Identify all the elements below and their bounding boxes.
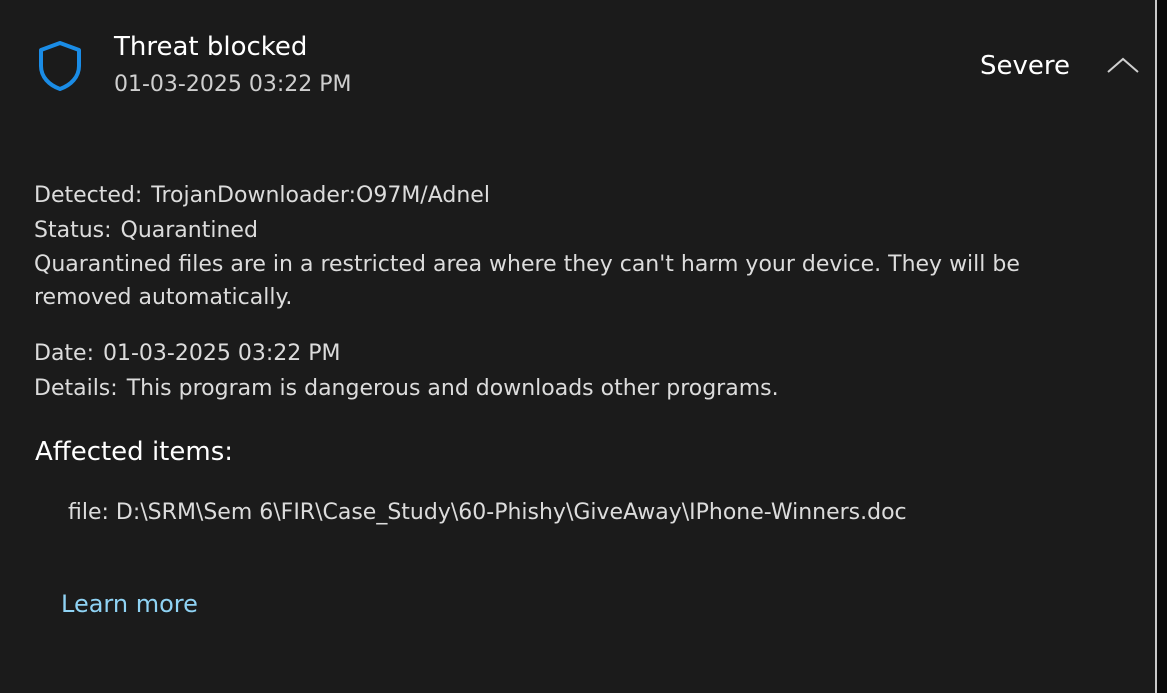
detected-value: TrojanDownloader:O97M/Adnel [151, 183, 490, 208]
threat-timestamp: 01-03-2025 03:22 PM [114, 72, 352, 97]
learn-more-link[interactable]: Learn more [61, 590, 198, 618]
status-value: Quarantined [120, 218, 258, 243]
threat-details: Detected: TrojanDownloader:O97M/Adnel Sta… [34, 178, 1094, 406]
threat-details-panel: Threat blocked 01-03-2025 03:22 PM Sever… [0, 0, 1155, 693]
window-edge [1157, 0, 1167, 693]
affected-file-item: file: D:\SRM\Sem 6\FIR\Case_Study\60-Phi… [68, 500, 907, 525]
threat-title: Threat blocked [114, 32, 308, 62]
status-note: Quarantined files are in a restricted ar… [34, 252, 1020, 310]
date-label: Date: [34, 341, 94, 366]
date-value: 01-03-2025 03:22 PM [103, 341, 341, 366]
detected-label: Detected: [34, 183, 143, 208]
severity-label: Severe [980, 51, 1070, 81]
chevron-up-icon[interactable] [1103, 53, 1143, 77]
affected-items-title: Affected items: [35, 437, 233, 467]
status-label: Status: [34, 218, 112, 243]
details-row: Details: This program is dangerous and do… [34, 371, 1094, 406]
shield-icon [39, 41, 81, 91]
date-row: Date: 01-03-2025 03:22 PM [34, 336, 1094, 371]
detected-row: Detected: TrojanDownloader:O97M/Adnel [34, 178, 1094, 213]
details-value: This program is dangerous and downloads … [126, 376, 779, 401]
status-row: Status: Quarantined [34, 213, 1094, 248]
details-label: Details: [34, 376, 118, 401]
file-label: file: [68, 500, 109, 525]
threat-header[interactable]: Threat blocked 01-03-2025 03:22 PM Sever… [0, 0, 1155, 130]
file-path: D:\SRM\Sem 6\FIR\Case_Study\60-Phishy\Gi… [115, 500, 907, 525]
